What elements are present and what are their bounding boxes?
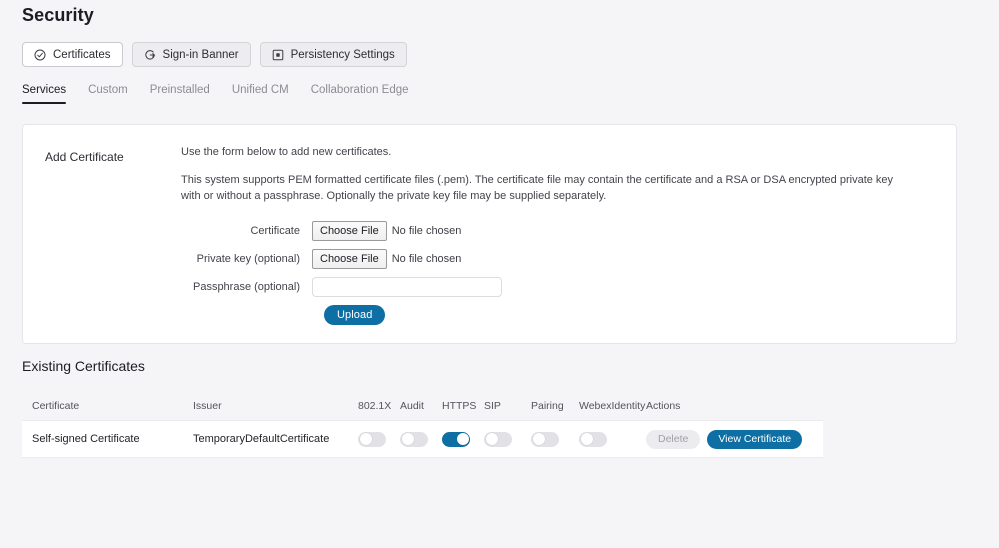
field-certificate: Certificate Choose File No file chosen bbox=[181, 220, 928, 241]
tab-custom[interactable]: Custom bbox=[88, 84, 128, 104]
button-sign-in-banner-label: Sign-in Banner bbox=[162, 48, 239, 61]
cell-toggle-webexidentity bbox=[579, 431, 646, 447]
table-row: Self-signed Certificate TemporaryDefault… bbox=[22, 420, 823, 458]
column-header-actions: Actions bbox=[646, 400, 681, 412]
toggle-webexidentity[interactable] bbox=[579, 431, 607, 447]
toggle-sip[interactable] bbox=[484, 431, 512, 447]
existing-certificates-table: Certificate Issuer 802.1X Audit HTTPS SI… bbox=[22, 392, 823, 458]
tab-preinstalled[interactable]: Preinstalled bbox=[150, 84, 210, 104]
column-header-certificate: Certificate bbox=[32, 400, 80, 412]
column-header-pairing: Pairing bbox=[531, 400, 564, 412]
cell-issuer: TemporaryDefaultCertificate bbox=[193, 433, 330, 445]
field-passphrase-label: Passphrase (optional) bbox=[192, 280, 300, 293]
upload-row: Upload bbox=[181, 304, 928, 325]
toggle-knob bbox=[359, 433, 372, 445]
view-certificate-button[interactable]: View Certificate bbox=[707, 429, 803, 449]
button-sign-in-banner[interactable]: Sign-in Banner bbox=[131, 42, 251, 67]
row-actions: Delete View Certificate bbox=[646, 429, 823, 449]
private-key-file-status: No file chosen bbox=[391, 252, 462, 265]
certificate-file-status: No file chosen bbox=[391, 224, 462, 237]
private-key-file-input[interactable]: Choose File No file chosen bbox=[312, 248, 462, 269]
add-certificate-label: Add Certificate bbox=[45, 150, 124, 164]
toggle-audit[interactable] bbox=[400, 431, 428, 447]
security-page: Security Certificates Sign-in Banner Per… bbox=[0, 0, 999, 548]
add-certificate-body: Use the form below to add new certificat… bbox=[181, 145, 928, 325]
column-header-https: HTTPS bbox=[442, 400, 477, 412]
column-header-webexidentity: WebexIdentity bbox=[579, 400, 646, 412]
cell-certificate-name: Self-signed Certificate bbox=[32, 433, 140, 445]
add-certificate-intro: Use the form below to add new certificat… bbox=[181, 146, 392, 158]
cell-toggle-dot1x bbox=[358, 431, 400, 447]
button-certificates[interactable]: Certificates bbox=[22, 42, 123, 67]
toggle-knob bbox=[401, 433, 414, 445]
add-certificate-card: Add Certificate Use the form below to ad… bbox=[22, 124, 957, 344]
column-header-issuer: Issuer bbox=[193, 400, 222, 412]
add-certificate-description: This system supports PEM formatted certi… bbox=[181, 173, 894, 202]
sign-in-icon bbox=[144, 49, 156, 61]
field-private-key: Private key (optional) Choose File No fi… bbox=[181, 248, 928, 269]
upload-button[interactable]: Upload bbox=[324, 304, 386, 325]
tab-collaboration-edge[interactable]: Collaboration Edge bbox=[311, 84, 409, 104]
cell-toggle-audit bbox=[400, 431, 442, 447]
certificate-choose-file-button[interactable]: Choose File bbox=[312, 220, 387, 241]
column-header-dot1x: 802.1X bbox=[358, 400, 392, 412]
cell-toggle-sip bbox=[484, 431, 531, 447]
passphrase-input[interactable] bbox=[312, 276, 502, 297]
field-certificate-label: Certificate bbox=[250, 224, 300, 237]
toggle-knob bbox=[532, 433, 545, 445]
cell-actions: Delete View Certificate bbox=[646, 429, 823, 449]
section-switcher: Certificates Sign-in Banner Persistency … bbox=[22, 42, 407, 67]
cell-toggle-https bbox=[442, 431, 484, 447]
field-passphrase: Passphrase (optional) bbox=[181, 276, 928, 297]
column-header-sip: SIP bbox=[484, 400, 501, 412]
existing-certificates-title: Existing Certificates bbox=[22, 358, 145, 374]
private-key-choose-file-button[interactable]: Choose File bbox=[312, 248, 387, 269]
square-dot-icon bbox=[272, 49, 284, 61]
toggle-https[interactable] bbox=[442, 431, 470, 447]
button-certificates-label: Certificates bbox=[53, 48, 111, 61]
upload-spacer bbox=[181, 305, 324, 325]
tab-unified-cm[interactable]: Unified CM bbox=[232, 84, 289, 104]
certificate-file-input[interactable]: Choose File No file chosen bbox=[312, 220, 462, 241]
field-private-key-label: Private key (optional) bbox=[196, 252, 300, 265]
column-header-audit: Audit bbox=[400, 400, 424, 412]
toggle-dot1x[interactable] bbox=[358, 431, 386, 447]
page-title: Security bbox=[22, 5, 94, 25]
toggle-knob bbox=[580, 433, 593, 445]
delete-button[interactable]: Delete bbox=[646, 429, 701, 449]
button-persistency-settings[interactable]: Persistency Settings bbox=[259, 42, 407, 67]
button-persistency-settings-label: Persistency Settings bbox=[290, 48, 395, 61]
table-header-row: Certificate Issuer 802.1X Audit HTTPS SI… bbox=[22, 392, 823, 420]
tab-bar: Services Custom Preinstalled Unified CM … bbox=[22, 84, 409, 104]
toggle-pairing[interactable] bbox=[531, 431, 559, 447]
toggle-knob bbox=[485, 433, 498, 445]
tab-services[interactable]: Services bbox=[22, 84, 67, 104]
check-circle-icon bbox=[34, 49, 46, 61]
toggle-knob bbox=[456, 433, 469, 445]
add-certificate-form: Certificate Choose File No file chosen P… bbox=[181, 220, 928, 325]
cell-toggle-pairing bbox=[531, 431, 579, 447]
